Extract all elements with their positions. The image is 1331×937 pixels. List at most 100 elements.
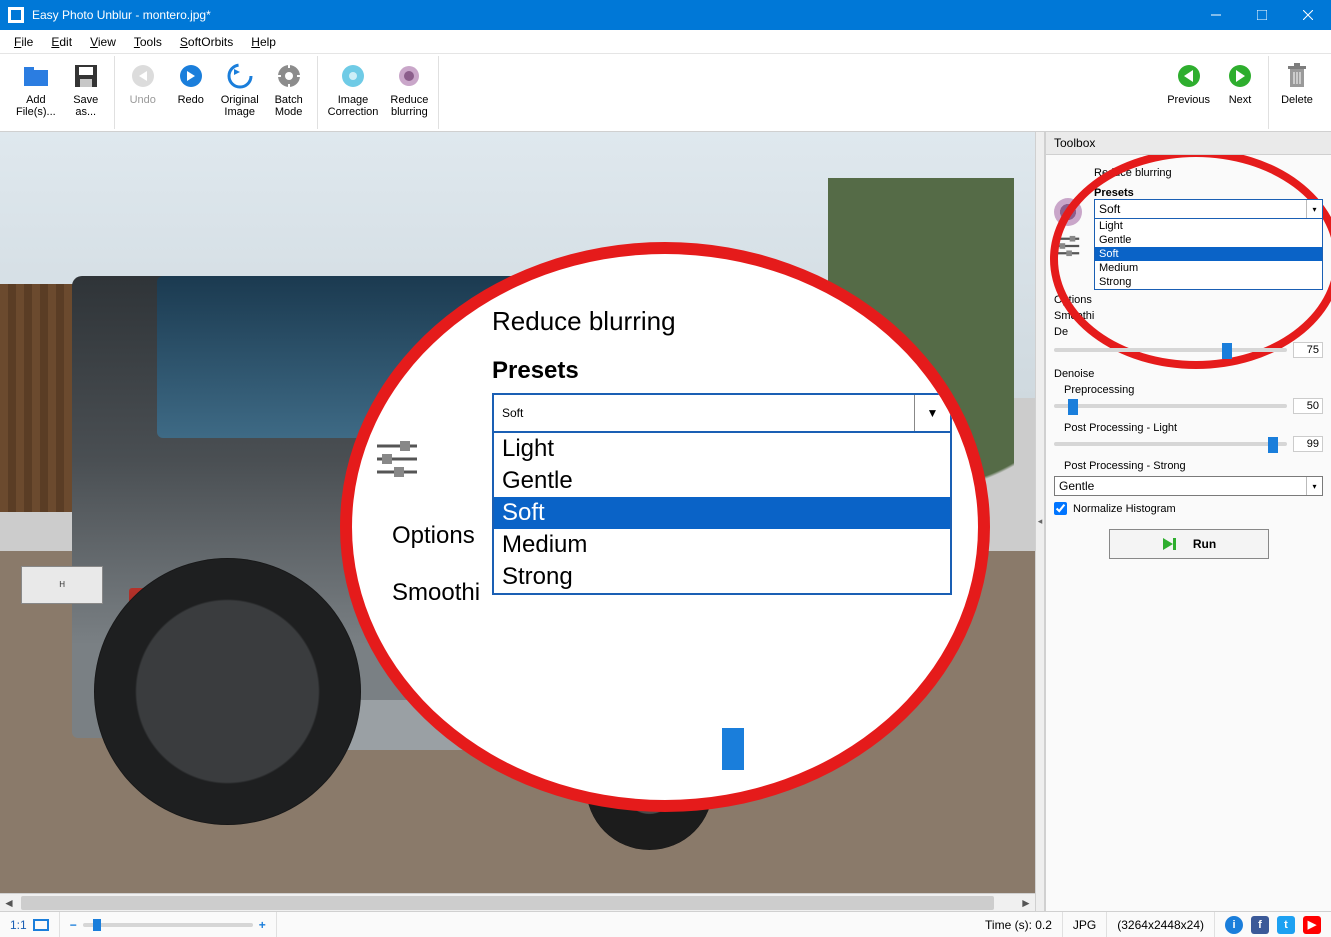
menu-tools[interactable]: Tools: [126, 32, 170, 52]
preset-option-medium[interactable]: Medium: [1095, 261, 1322, 275]
preprocessing-value[interactable]: 50: [1293, 398, 1323, 414]
zoom-option-soft[interactable]: Soft: [494, 497, 950, 529]
trash-icon: [1281, 60, 1313, 92]
sliders-icon: [1054, 232, 1082, 260]
run-button[interactable]: Run: [1109, 529, 1269, 559]
preset-option-soft[interactable]: Soft: [1095, 247, 1322, 261]
facebook-icon[interactable]: f: [1251, 916, 1269, 934]
scroll-left-arrow[interactable]: ◄: [0, 894, 18, 912]
zoom-callout: Reduce blurring Presets Soft ▼ Options S…: [340, 242, 990, 812]
zoom-slider-thumb: [722, 728, 744, 770]
preset-selected: Soft: [1099, 202, 1120, 216]
menu-view[interactable]: View: [82, 32, 124, 52]
fit-screen-icon[interactable]: [33, 919, 49, 931]
preset-option-gentle[interactable]: Gentle: [1095, 233, 1322, 247]
detail-value[interactable]: 75: [1293, 342, 1323, 358]
info-icon[interactable]: i: [1225, 916, 1243, 934]
menu-edit[interactable]: Edit: [43, 32, 80, 52]
delete-button[interactable]: Delete: [1273, 56, 1321, 129]
preset-combo[interactable]: Soft ▾: [1094, 199, 1323, 219]
normalize-histogram-label: Normalize Histogram: [1073, 503, 1176, 515]
scroll-thumb[interactable]: [21, 896, 994, 910]
preset-option-light[interactable]: Light: [1095, 219, 1322, 233]
preset-option-strong[interactable]: Strong: [1095, 275, 1322, 289]
zoom-in-icon[interactable]: +: [259, 918, 266, 932]
zoom-preset-list[interactable]: Light Gentle Soft Medium Strong: [492, 433, 952, 595]
menu-help[interactable]: Help: [243, 32, 284, 52]
status-dimensions: (3264x2448x24): [1107, 912, 1215, 937]
zoom-smoothing-label: Smoothi: [392, 579, 480, 607]
zoom-ratio[interactable]: 1:1: [0, 912, 60, 937]
zoom-option-strong[interactable]: Strong: [494, 561, 950, 593]
save-icon: [70, 60, 102, 92]
image-correction-icon: [337, 60, 369, 92]
undo-button[interactable]: Undo: [119, 56, 167, 129]
twitter-icon[interactable]: t: [1277, 916, 1295, 934]
app-icon: [8, 7, 24, 23]
youtube-icon[interactable]: ▶: [1303, 916, 1321, 934]
status-time: Time (s): 0.2: [975, 912, 1063, 937]
minimize-button[interactable]: [1193, 0, 1239, 30]
preset-dropdown-list[interactable]: Light Gentle Soft Medium Strong: [1094, 219, 1323, 290]
normalize-histogram-checkbox[interactable]: [1054, 502, 1067, 515]
maximize-button[interactable]: [1239, 0, 1285, 30]
chevron-down-icon: ▾: [1306, 200, 1322, 218]
post-light-value[interactable]: 99: [1293, 436, 1323, 452]
reduce-blurring-section: Reduce blurring Presets Soft ▾ Light Gen…: [1054, 167, 1323, 358]
titlebar: Easy Photo Unblur - montero.jpg*: [0, 0, 1331, 30]
preprocessing-slider[interactable]: 50: [1054, 398, 1323, 414]
menubar: File Edit View Tools SoftOrbits Help: [0, 30, 1331, 54]
previous-button[interactable]: Previous: [1161, 56, 1216, 129]
add-files-button[interactable]: Add File(s)...: [10, 56, 62, 129]
status-bar: 1:1 − + Time (s): 0.2 JPG (3264x2448x24)…: [0, 911, 1331, 937]
original-image-icon: [224, 60, 256, 92]
toolbar: Add File(s)... Save as... Undo Redo Orig…: [0, 54, 1331, 132]
undo-icon: [127, 60, 159, 92]
redo-button[interactable]: Redo: [167, 56, 215, 129]
menu-file[interactable]: File: [6, 32, 41, 52]
zoom-option-medium[interactable]: Medium: [494, 529, 950, 561]
zoom-options-label: Options: [392, 522, 475, 550]
smoothing-label: Smoothi: [1054, 310, 1094, 322]
presets-label: Presets: [1094, 187, 1323, 199]
chevron-down-icon: ▼: [914, 395, 950, 431]
zoom-option-light[interactable]: Light: [494, 433, 950, 465]
save-as-button[interactable]: Save as...: [62, 56, 110, 129]
post-light-slider[interactable]: 99: [1054, 436, 1323, 452]
next-button[interactable]: Next: [1216, 56, 1264, 129]
panel-collapse-handle[interactable]: ◂: [1035, 132, 1045, 911]
zoom-slider[interactable]: [83, 923, 253, 927]
detail-label: De: [1054, 326, 1068, 338]
license-plate: H: [21, 566, 104, 604]
post-strong-label: Post Processing - Strong: [1064, 460, 1323, 472]
zoom-option-gentle[interactable]: Gentle: [494, 465, 950, 497]
image-canvas[interactable]: H Reduce blurring Presets Soft ▼ Options…: [0, 132, 1035, 893]
reduce-blurring-heading: Reduce blurring: [1094, 167, 1323, 179]
normalize-histogram-row[interactable]: Normalize Histogram: [1054, 502, 1323, 515]
post-strong-combo[interactable]: Gentle ▾: [1054, 476, 1323, 496]
original-image-button[interactable]: Original Image: [215, 56, 265, 129]
zoom-preset-selected: Soft: [502, 406, 523, 420]
horizontal-scrollbar[interactable]: ◄ ►: [0, 893, 1035, 911]
zoom-presets-label: Presets: [492, 357, 938, 385]
post-strong-value: Gentle: [1059, 479, 1094, 493]
chevron-down-icon: ▾: [1306, 477, 1322, 495]
denoise-heading: Denoise: [1054, 368, 1323, 380]
menu-softorbits[interactable]: SoftOrbits: [172, 32, 241, 52]
reduce-blurring-button[interactable]: Reduce blurring: [384, 56, 434, 129]
zoom-controls[interactable]: − +: [60, 912, 277, 937]
next-icon: [1224, 60, 1256, 92]
scroll-right-arrow[interactable]: ►: [1017, 894, 1035, 912]
detail-slider[interactable]: 75: [1054, 342, 1323, 358]
zoom-preset-combo[interactable]: Soft ▼: [492, 393, 952, 433]
denoise-section: Denoise Preprocessing 50 Post Processing…: [1054, 368, 1323, 515]
window-title: Easy Photo Unblur - montero.jpg*: [32, 8, 211, 22]
image-correction-button[interactable]: Image Correction: [322, 56, 385, 129]
post-light-label: Post Processing - Light: [1064, 422, 1323, 434]
status-format: JPG: [1063, 912, 1107, 937]
close-button[interactable]: [1285, 0, 1331, 30]
zoom-out-icon[interactable]: −: [70, 918, 77, 932]
batch-mode-button[interactable]: Batch Mode: [265, 56, 313, 129]
add-files-icon: [20, 60, 52, 92]
toolbox-panel: Toolbox Reduce blurring Presets Soft ▾: [1045, 132, 1331, 911]
